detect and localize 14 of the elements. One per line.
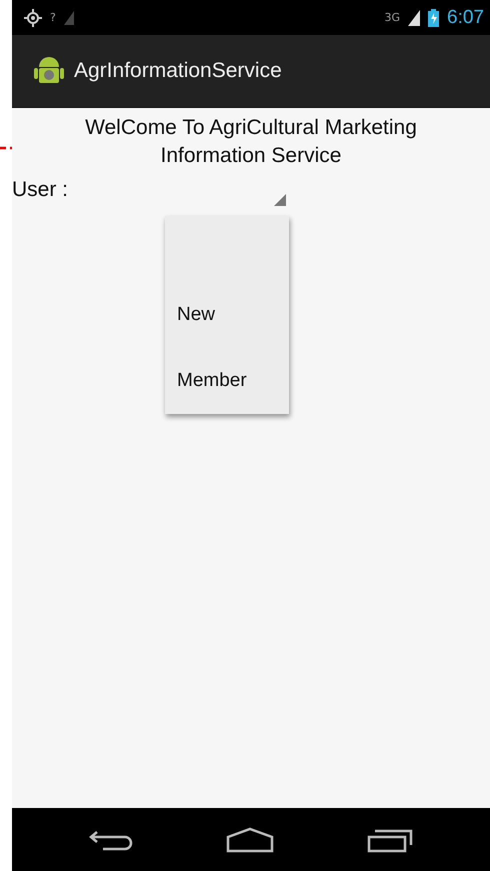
gps-icon — [24, 8, 42, 26]
dropdown-option[interactable]: New — [165, 282, 289, 348]
network-label: 3G — [384, 11, 400, 24]
signal-status: ? — [50, 11, 56, 24]
signal-icon — [408, 10, 420, 26]
dropdown-corner-icon — [274, 194, 286, 206]
dropdown-option[interactable]: Member — [165, 348, 289, 414]
home-icon[interactable] — [226, 826, 274, 852]
welcome-heading: WelCome To AgriCultural Marketing Information Service — [84, 115, 418, 169]
clock-time: 6:07 — [447, 6, 484, 28]
signal-icon — [64, 10, 74, 24]
battery-icon — [428, 8, 440, 26]
user-label: User : — [12, 178, 68, 202]
app-title: AgrInformationService — [74, 59, 282, 83]
